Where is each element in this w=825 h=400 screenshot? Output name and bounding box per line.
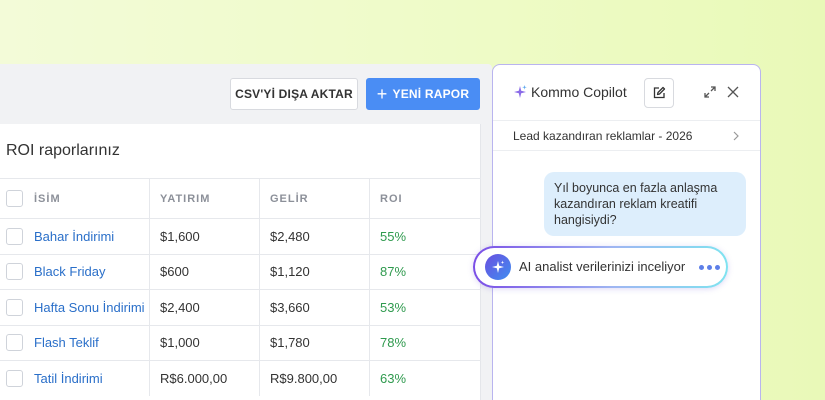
ai-status-text: AI analist verilerinizi inceliyor bbox=[519, 259, 686, 274]
row-roi: 87% bbox=[380, 264, 407, 280]
row-revenue: R$9.800,00 bbox=[260, 361, 370, 396]
context-label: Lead kazandıran reklamlar - 2026 bbox=[513, 129, 693, 143]
row-roi: 53% bbox=[380, 299, 407, 315]
row-name-link[interactable]: Flash Teklif bbox=[26, 325, 150, 360]
row-revenue: $1,780 bbox=[260, 325, 370, 360]
header-roi[interactable]: ROI bbox=[370, 179, 480, 218]
new-report-label: YENİ RAPOR bbox=[392, 87, 470, 101]
row-checkbox-cell bbox=[0, 255, 26, 290]
row-roi: 78% bbox=[380, 335, 407, 351]
table-title: ROI raporlarınız bbox=[6, 142, 120, 159]
roi-table-card: ROI raporlarınız İSİM YATIRIM GELİR ROI … bbox=[0, 124, 481, 400]
row-revenue: $3,660 bbox=[260, 290, 370, 325]
row-revenue: $2,480 bbox=[260, 219, 370, 254]
export-csv-button[interactable]: CSV'Yİ DIŞA AKTAR bbox=[230, 78, 358, 110]
row-checkbox[interactable] bbox=[6, 369, 23, 387]
row-investment: $2,400 bbox=[150, 290, 260, 325]
row-roi: 55% bbox=[380, 228, 407, 244]
row-investment: $1,600 bbox=[150, 219, 260, 254]
roi-table: İSİM YATIRIM GELİR ROI Bahar İndirimi $1… bbox=[0, 178, 481, 396]
table-header-row: İSİM YATIRIM GELİR ROI bbox=[0, 178, 481, 218]
sparkle-icon bbox=[514, 85, 527, 98]
row-roi: 63% bbox=[380, 370, 407, 386]
table-row: Hafta Sonu İndirimi $2,400 $3,660 53% bbox=[0, 289, 481, 325]
table-row: Flash Teklif $1,000 $1,780 78% bbox=[0, 324, 481, 361]
header-checkbox-cell bbox=[0, 179, 26, 218]
copilot-title: Kommo Copilot bbox=[531, 84, 627, 100]
row-investment: R$6.000,00 bbox=[150, 361, 260, 396]
copilot-context-selector[interactable]: Lead kazandıran reklamlar - 2026 bbox=[493, 121, 760, 151]
copilot-header: Kommo Copilot bbox=[493, 65, 760, 121]
row-investment: $1,000 bbox=[150, 325, 260, 360]
row-name-link[interactable]: Black Friday bbox=[26, 254, 150, 289]
row-checkbox-cell bbox=[0, 361, 26, 396]
table-row: Black Friday $600 $1,120 87% bbox=[0, 253, 481, 290]
row-name-link[interactable]: Tatil İndirimi bbox=[26, 361, 150, 396]
select-all-checkbox[interactable] bbox=[6, 190, 23, 207]
row-investment: $600 bbox=[150, 254, 260, 289]
user-message-bubble: Yıl boyunca en fazla anlaşma kazandıran … bbox=[544, 172, 746, 236]
row-checkbox-cell bbox=[0, 219, 26, 254]
row-name-link[interactable]: Hafta Sonu İndirimi bbox=[26, 290, 150, 325]
ai-analyzing-inner: AI analist verilerinizi inceliyor bbox=[475, 248, 726, 286]
copilot-panel: Kommo Copilot Lead kazandıran reklamlar … bbox=[492, 64, 761, 400]
header-name[interactable]: İSİM bbox=[26, 179, 150, 218]
row-checkbox-cell bbox=[0, 290, 26, 325]
new-report-button[interactable]: + YENİ RAPOR bbox=[366, 78, 480, 110]
header-revenue[interactable]: GELİR bbox=[260, 179, 370, 218]
close-icon[interactable] bbox=[727, 86, 739, 98]
new-chat-button[interactable] bbox=[644, 78, 674, 108]
row-checkbox-cell bbox=[0, 326, 26, 361]
export-csv-label: CSV'Yİ DIŞA AKTAR bbox=[235, 87, 353, 101]
row-checkbox[interactable] bbox=[6, 334, 23, 352]
row-checkbox[interactable] bbox=[6, 227, 23, 245]
row-revenue: $1,120 bbox=[260, 254, 370, 289]
ai-sparkle-icon bbox=[485, 254, 511, 280]
row-checkbox[interactable] bbox=[6, 263, 23, 281]
row-name-link[interactable]: Bahar İndirimi bbox=[26, 219, 150, 254]
row-checkbox[interactable] bbox=[6, 298, 23, 316]
plus-icon: + bbox=[376, 84, 388, 104]
table-row: Tatil İndirimi R$6.000,00 R$9.800,00 63% bbox=[0, 360, 481, 396]
table-row: Bahar İndirimi $1,600 $2,480 55% bbox=[0, 218, 481, 254]
roi-panel: CSV'Yİ DIŞA AKTAR + YENİ RAPOR ROI rapor… bbox=[0, 64, 492, 400]
ai-analyzing-indicator: AI analist verilerinizi inceliyor bbox=[473, 246, 728, 288]
edit-icon bbox=[653, 86, 666, 99]
header-investment[interactable]: YATIRIM bbox=[150, 179, 260, 218]
expand-icon[interactable] bbox=[703, 85, 717, 99]
chevron-right-icon bbox=[733, 131, 739, 141]
typing-dots-icon bbox=[699, 265, 720, 270]
